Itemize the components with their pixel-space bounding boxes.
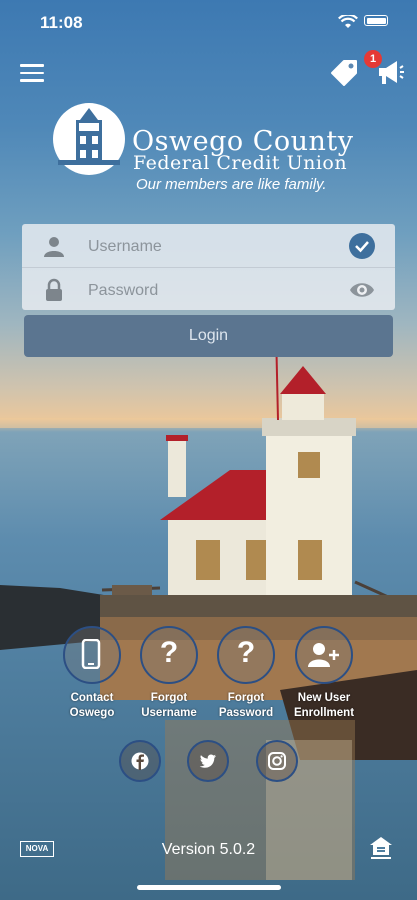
notification-badge: 1: [364, 50, 382, 68]
username-input[interactable]: [86, 230, 340, 263]
contact-oswego-button[interactable]: Contact Oswego: [50, 626, 134, 721]
instagram-button[interactable]: [256, 740, 298, 782]
action-label: Forgot: [150, 692, 188, 704]
facebook-button[interactable]: [119, 740, 161, 782]
brand-tagline: Our members are like family.: [136, 176, 327, 193]
password-row: [22, 267, 395, 311]
equal-housing-lender-icon: [370, 837, 392, 859]
status-bar: 11:08: [0, 0, 417, 46]
show-password-eye-icon[interactable]: [348, 279, 376, 301]
action-label: Enrollment: [293, 707, 355, 719]
menu-icon[interactable]: [20, 64, 44, 82]
action-label: New User: [297, 692, 351, 704]
remember-checkmark-icon[interactable]: [349, 233, 375, 259]
new-user-enrollment-button[interactable]: New User Enrollment: [282, 626, 366, 721]
forgot-username-button[interactable]: ? Forgot Username: [127, 626, 211, 721]
phone-icon: [81, 639, 101, 669]
login-screen: 11:08 1 Oswego County Federal Credit Uni…: [0, 0, 417, 900]
credit-union-logo: Oswego County Federal Credit Union Our m…: [50, 100, 380, 200]
user-icon: [44, 237, 64, 257]
login-card: [22, 224, 395, 310]
twitter-button[interactable]: [187, 740, 229, 782]
home-indicator[interactable]: [137, 885, 281, 890]
action-label: Oswego: [69, 707, 115, 719]
brand-name-line2: Federal Credit Union: [133, 152, 348, 174]
login-button[interactable]: Login: [24, 315, 393, 357]
facebook-icon: [131, 752, 149, 770]
action-label: Username: [141, 707, 197, 719]
wifi-icon: [338, 15, 358, 28]
question-icon: ?: [159, 636, 179, 669]
action-label: Forgot: [227, 692, 265, 704]
username-row: [22, 224, 395, 267]
battery-icon: [364, 15, 388, 26]
lighthouse-logo-icon: [53, 103, 125, 175]
lock-icon: [46, 278, 62, 301]
instagram-icon: [268, 752, 286, 770]
add-user-icon: [308, 643, 339, 667]
status-time: 11:08: [40, 13, 83, 32]
forgot-password-button[interactable]: ? Forgot Password: [204, 626, 288, 721]
twitter-icon: [199, 754, 216, 768]
password-input[interactable]: [86, 274, 340, 307]
action-label: Password: [218, 707, 274, 719]
question-icon: ?: [236, 636, 256, 669]
app-version: Version 5.0.2: [161, 841, 256, 858]
action-label: Contact: [70, 692, 114, 704]
offers-tag-icon[interactable]: [328, 57, 360, 87]
